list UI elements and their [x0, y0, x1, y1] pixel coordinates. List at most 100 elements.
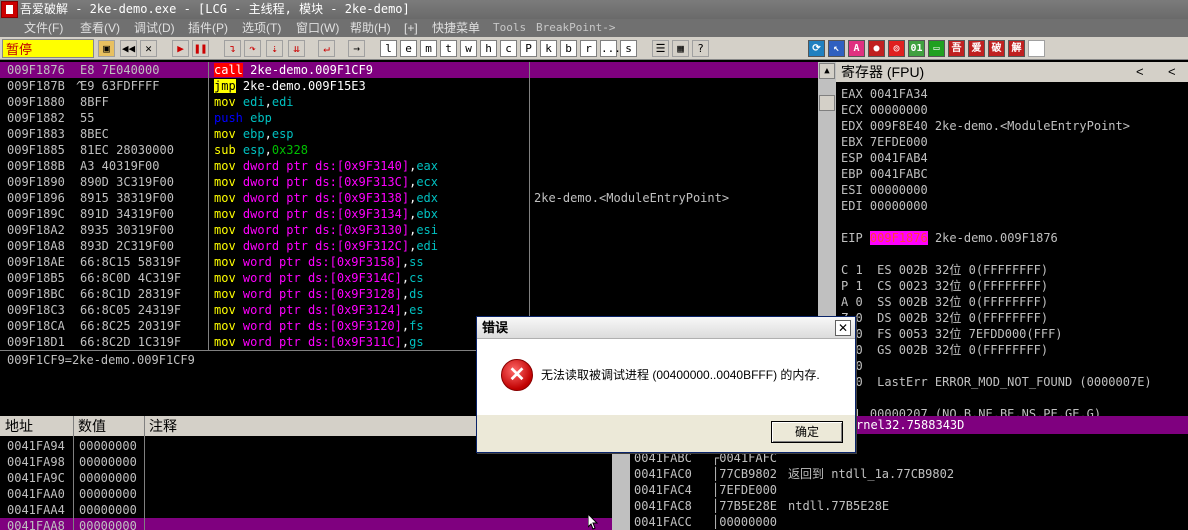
binary-icon[interactable]: 01	[908, 40, 925, 57]
disasm-row[interactable]: 009F1876 E8 7E040000 call 2ke-demo.009F1CF…	[0, 62, 818, 78]
list-icon[interactable]: ☰	[652, 40, 669, 57]
registers-pane[interactable]: 寄存器 (FPU) < < EAX 0041FA34 ECX 00000000 ED…	[836, 62, 1188, 416]
dump-row[interactable]: 0041FAA0 00000000	[0, 486, 612, 502]
register-row[interactable]: T 0 GS 002B 32位 0(FFFFFFFF)	[841, 342, 1048, 358]
register-row[interactable]: EDI 00000000	[841, 198, 928, 214]
register-row[interactable]: O 0 LastErr ERROR_MOD_NOT_FOUND (0000007…	[841, 374, 1152, 390]
opcode: mov	[214, 335, 236, 349]
a-icon[interactable]: A	[848, 40, 865, 57]
toolbar-w[interactable]: w	[460, 40, 477, 57]
disasm-row[interactable]: 009F1890 890D 3C319F00 mov dword ptr ds:[0…	[0, 174, 818, 190]
disasm-row[interactable]: 009F18AE 66:8C15 58319F mov word ptr ds:[0…	[0, 254, 818, 270]
disasm-row[interactable]: 009F1882 55 push ebp	[0, 110, 818, 126]
disasm-row[interactable]: 009F18A2 8935 30319F00 mov dword ptr ds:[0…	[0, 222, 818, 238]
register-row[interactable]: S 0 FS 0053 32位 7EFDD000(FFF)	[841, 326, 1063, 342]
register-row[interactable]: Z 0 DS 002B 32位 0(FFFFFFFF)	[841, 310, 1048, 326]
menu-plus[interactable]: [+]	[404, 19, 418, 37]
dump-header-value[interactable]: 数值	[78, 416, 106, 436]
menu-options[interactable]: 选项(T)	[242, 19, 281, 37]
disassembly-pane[interactable]: 009F1876 E8 7E040000 call 2ke-demo.009F1CF…	[0, 62, 818, 350]
register-row[interactable]: EDX 009F8E40 2ke-demo.<ModuleEntryPoint>	[841, 118, 1130, 134]
register-row[interactable]: P 1 CS 0023 32位 0(FFFFFFFF)	[841, 278, 1048, 294]
menu-file[interactable]: 文件(F)	[24, 19, 63, 37]
register-row[interactable]: A 0 SS 002B 32位 0(FFFFFFFF)	[841, 294, 1048, 310]
logo-po-icon[interactable]: 破	[988, 40, 1005, 57]
cursor-icon[interactable]: ↖	[828, 40, 845, 57]
chevron-left-icon[interactable]: <	[1136, 62, 1144, 82]
close-icon[interactable]: ✕	[835, 320, 851, 336]
disasm-row[interactable]: 009F1880 8BFF mov edi,edi	[0, 94, 818, 110]
toolbar-l[interactable]: l	[380, 40, 397, 57]
register-row[interactable]: EFL 00000207 (NO,B,NE,BE,NS,PE,GE,G)	[841, 406, 1101, 416]
dump-row[interactable]: 0041FA9C 00000000	[0, 470, 612, 486]
register-row[interactable]: ECX 00000000	[841, 102, 928, 118]
toolbar-r[interactable]: r	[580, 40, 597, 57]
disasm-row[interactable]: 009F188B A3 40319F00 mov dword ptr ds:[0x9…	[0, 158, 818, 174]
toolbar-k[interactable]: k	[540, 40, 557, 57]
register-row[interactable]: ESI 00000000	[841, 182, 928, 198]
disasm-row[interactable]: 009F1885 81EC 28030000 sub esp,0x328	[0, 142, 818, 158]
restart-icon[interactable]: ◀◀	[120, 40, 137, 57]
disasm-row[interactable]: 009F189C 891D 34319F00 mov dword ptr ds:[0…	[0, 206, 818, 222]
grid-icon[interactable]: ▦	[672, 40, 689, 57]
menu-shortcut[interactable]: 快捷菜单	[432, 19, 480, 37]
register-row[interactable]: ESP 0041FAB4	[841, 150, 928, 166]
register-row[interactable]: EAX 0041FA34	[841, 86, 928, 102]
step-over-icon[interactable]: ↷	[244, 40, 261, 57]
toolbar-h[interactable]: h	[480, 40, 497, 57]
toolbar-b[interactable]: b	[560, 40, 577, 57]
menu-plugins[interactable]: 插件(P)	[188, 19, 228, 37]
disasm-row[interactable]: 009F1896 8915 38319F00 mov dword ptr ds:[0…	[0, 190, 818, 206]
menu-breakpoint[interactable]: BreakPoint->	[536, 19, 615, 37]
menu-debug[interactable]: 调试(D)	[134, 19, 175, 37]
toolbar-s[interactable]: s	[620, 40, 637, 57]
toolbar-e[interactable]: e	[400, 40, 417, 57]
close-icon[interactable]: ✕	[140, 40, 157, 57]
menu-help[interactable]: 帮助(H)	[350, 19, 391, 37]
logo-ai-icon[interactable]: 爱	[968, 40, 985, 57]
execute-till-return-icon[interactable]: ↵	[318, 40, 335, 57]
disasm-row[interactable]: 009F187B ^ E9 63FDFFFF jmp 2ke-demo.009F15E…	[0, 78, 818, 94]
disasm-instruction: jmp 2ke-demo.009F15E3	[214, 78, 528, 94]
disasm-row[interactable]: 009F18A8 893D 2C319F00 mov dword ptr ds:[0…	[0, 238, 818, 254]
register-row[interactable]: EBP 0041FABC	[841, 166, 928, 182]
register-row[interactable]: EIP 009F1876 2ke-demo.009F1876	[841, 230, 1058, 246]
refresh-icon[interactable]: ⟳	[808, 40, 825, 57]
toolbar-dots[interactable]: ...	[600, 40, 621, 57]
toolbar-m[interactable]: m	[420, 40, 437, 57]
ok-button[interactable]: 确定	[771, 421, 843, 443]
dump-row[interactable]: 0041FAA4 00000000	[0, 502, 612, 518]
go-to-icon[interactable]: →	[348, 40, 365, 57]
scroll-up-icon[interactable]: ▲	[819, 63, 835, 79]
toolbar-p[interactable]: P	[520, 40, 537, 57]
register-row[interactable]: C 1 ES 002B 32位 0(FFFFFFFF)	[841, 262, 1048, 278]
blank-icon[interactable]	[1028, 40, 1045, 57]
target-icon[interactable]: ◎	[888, 40, 905, 57]
logo-wu-icon[interactable]: 吾	[948, 40, 965, 57]
dump-row[interactable]: 0041FAA8 00000000	[0, 518, 612, 530]
toolbar-t[interactable]: t	[440, 40, 457, 57]
help-icon[interactable]: ?	[692, 40, 709, 57]
toolbar-c[interactable]: c	[500, 40, 517, 57]
trace-into-icon[interactable]: ⇣	[266, 40, 283, 57]
menu-tools[interactable]: Tools	[493, 19, 526, 37]
logo-jie-icon[interactable]: 解	[1008, 40, 1025, 57]
dump-row[interactable]: 0041FA98 00000000	[0, 454, 612, 470]
pause-icon[interactable]: ❚❚	[192, 40, 209, 57]
record-icon[interactable]: ●	[868, 40, 885, 57]
disasm-row[interactable]: 009F18BC 66:8C1D 28319F mov word ptr ds:[0…	[0, 286, 818, 302]
dump-header-comment[interactable]: 注释	[149, 416, 177, 436]
menu-view[interactable]: 查看(V)	[80, 19, 120, 37]
disasm-row[interactable]: 009F18B5 66:8C0D 4C319F mov word ptr ds:[0…	[0, 270, 818, 286]
step-into-icon[interactable]: ↴	[224, 40, 241, 57]
trace-over-icon[interactable]: ⇊	[288, 40, 305, 57]
scroll-thumb[interactable]	[819, 95, 835, 111]
menu-window[interactable]: 窗口(W)	[296, 19, 339, 37]
register-row[interactable]: EBX 7EFDE000	[841, 134, 928, 150]
chevron-right-icon[interactable]: <	[1168, 62, 1176, 82]
dump-header-address[interactable]: 地址	[5, 416, 33, 436]
open-folder-icon[interactable]: ▣	[98, 40, 115, 57]
window-icon[interactable]: ▭	[928, 40, 945, 57]
run-icon[interactable]: ▶	[172, 40, 189, 57]
disasm-row[interactable]: 009F1883 8BEC mov ebp,esp	[0, 126, 818, 142]
